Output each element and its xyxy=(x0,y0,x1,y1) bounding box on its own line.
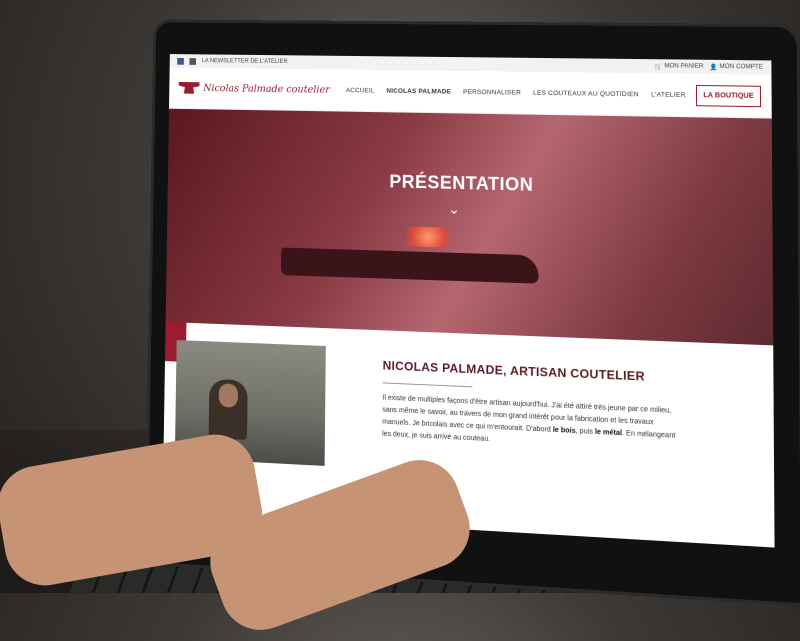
account-link[interactable]: 👤 MON COMPTE xyxy=(710,63,763,71)
anvil-icon xyxy=(179,82,200,94)
divider xyxy=(382,382,473,388)
nav-item-nicolas-palmade[interactable]: NICOLAS PALMADE xyxy=(386,87,451,95)
nav-item-personnaliser[interactable]: PERSONNALISER xyxy=(463,88,521,96)
logo[interactable]: Nicolas Palmade coutelier xyxy=(179,82,330,96)
section-title: NICOLAS PALMADE, ARTISAN COUTELIER xyxy=(382,358,645,384)
cart-icon: 🛒 xyxy=(654,63,663,70)
facebook-icon[interactable] xyxy=(177,57,184,65)
nav-item-atelier[interactable]: L'ATELIER xyxy=(651,91,686,99)
chevron-down-icon[interactable]: ⌄ xyxy=(448,201,460,218)
cart-link[interactable]: 🛒 MON PANIER xyxy=(655,63,704,71)
hero-title: PRÉSENTATION xyxy=(389,171,534,195)
nav-item-couteaux[interactable]: LES COUTEAUX AU QUOTIDIEN xyxy=(533,89,639,98)
hero-banner: PRÉSENTATION ⌄ xyxy=(165,108,774,346)
user-icon: 👤 xyxy=(709,64,718,71)
instagram-icon[interactable] xyxy=(189,57,197,65)
shop-button[interactable]: LA BOUTIQUE xyxy=(695,84,762,107)
section-paragraph: Il existe de multiples façons d'être art… xyxy=(382,394,676,444)
nav-item-accueil[interactable]: ACCUEIL xyxy=(346,87,375,94)
nav-menu: ACCUEIL NICOLAS PALMADE PERSONNALISER LE… xyxy=(346,87,686,99)
newsletter-link[interactable]: LA NEWSLETTER DE L'ATELIER xyxy=(202,58,288,65)
